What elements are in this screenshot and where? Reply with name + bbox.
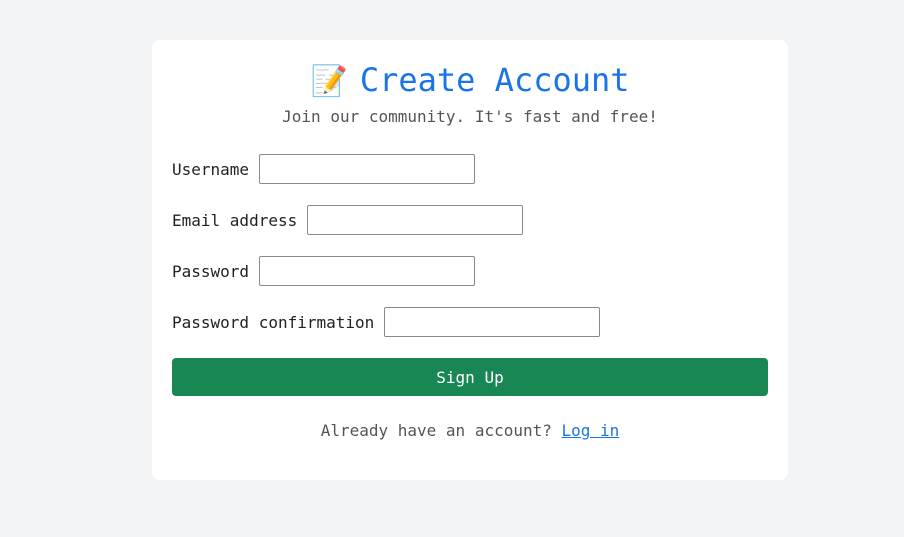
- username-label: Username: [172, 159, 250, 179]
- sign-up-button[interactable]: Sign Up: [172, 358, 768, 396]
- email-row: Email address: [172, 205, 524, 235]
- username-input[interactable]: [259, 154, 476, 184]
- login-prompt: Already have an account? Log in: [152, 420, 788, 442]
- password-input[interactable]: [259, 256, 476, 286]
- password-label: Password: [172, 261, 250, 281]
- memo-pencil-icon: 📝: [310, 64, 348, 99]
- password-confirmation-label: Password confirmation: [172, 312, 375, 332]
- password-row: Password: [172, 256, 476, 286]
- password-confirmation-row: Password confirmation: [172, 307, 601, 337]
- login-link[interactable]: Log in: [562, 421, 620, 440]
- signup-card: 📝 Create Account Join our community. It's…: [152, 40, 788, 480]
- email-label: Email address: [172, 210, 298, 230]
- page-title-text: Create Account: [359, 61, 630, 99]
- page-subtitle: Join our community. It's fast and free!: [282, 107, 658, 126]
- password-confirmation-input[interactable]: [384, 307, 601, 337]
- page-title: 📝 Create Account: [152, 58, 788, 104]
- email-input[interactable]: [307, 205, 524, 235]
- login-prompt-text: Already have an account?: [320, 421, 552, 440]
- username-row: Username: [172, 154, 476, 184]
